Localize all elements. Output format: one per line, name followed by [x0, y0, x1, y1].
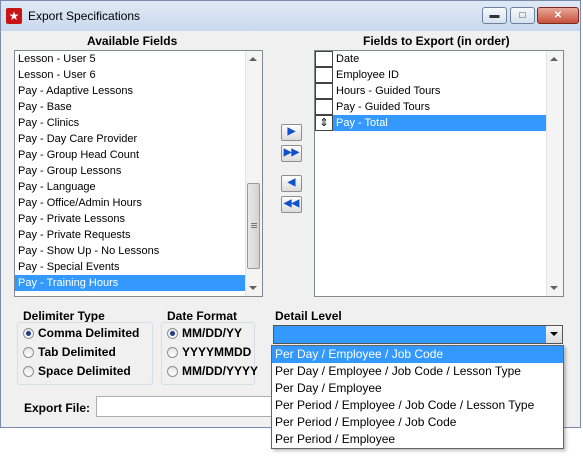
- arrow-down-icon[interactable]: [550, 286, 558, 290]
- window-title: Export Specifications: [28, 9, 141, 23]
- close-button[interactable]: ✕: [537, 7, 579, 24]
- export-field-row[interactable]: Hours - Guided Tours: [315, 83, 563, 99]
- radio-button[interactable]: [23, 328, 34, 339]
- list-item[interactable]: Pay - Adaptive Lessons: [15, 83, 262, 99]
- drag-handle-icon[interactable]: ⇕: [315, 115, 333, 131]
- list-item[interactable]: Pay - Training Hours: [15, 275, 262, 291]
- radio-option[interactable]: MM/DD/YY: [167, 326, 242, 340]
- export-field-row[interactable]: ⇕ Pay - Total: [315, 115, 563, 131]
- radio-label: Tab Delimited: [38, 345, 116, 359]
- scroll-thumb[interactable]: [247, 183, 260, 269]
- dropdown-option[interactable]: Per Period / Employee / Job Code / Lesso…: [272, 397, 563, 414]
- export-field-label: Pay - Total: [336, 117, 388, 129]
- radio-label: YYYYMMDD: [182, 345, 252, 359]
- export-field-row[interactable]: Pay - Guided Tours: [315, 99, 563, 115]
- reorder-handle[interactable]: [315, 51, 333, 67]
- list-item[interactable]: Pay - Private Requests: [15, 227, 262, 243]
- detail-level-value: [274, 328, 277, 340]
- arrow-down-icon[interactable]: [249, 286, 257, 290]
- fields-to-export-list[interactable]: Date Employee ID Hours - Guided Tours Pay -…: [314, 50, 564, 297]
- reorder-handle[interactable]: [315, 83, 333, 99]
- detail-level-label: Detail Level: [275, 309, 342, 323]
- list-item[interactable]: Pay - Day Care Provider: [15, 131, 262, 147]
- export-field-label: Employee ID: [336, 69, 399, 81]
- radio-option[interactable]: YYYYMMDD: [167, 345, 251, 359]
- radio-option[interactable]: MM/DD/YYYY: [167, 364, 258, 378]
- radio-label: Space Delimited: [38, 364, 131, 378]
- radio-button[interactable]: [167, 366, 178, 377]
- reorder-handle[interactable]: [315, 99, 333, 115]
- chevron-down-icon[interactable]: [545, 326, 562, 343]
- available-fields-scrollbar[interactable]: [245, 51, 262, 296]
- radio-button[interactable]: [167, 328, 178, 339]
- remove-all-fields-button[interactable]: ◀◀: [281, 196, 302, 213]
- list-item[interactable]: Pay - Special Events: [15, 259, 262, 275]
- radio-option[interactable]: Tab Delimited: [23, 345, 116, 359]
- radio-button[interactable]: [167, 347, 178, 358]
- dropdown-option[interactable]: Per Period / Employee / Job Code: [272, 414, 563, 431]
- title-bar[interactable]: ★ Export Specifications ▬ □ ✕: [1, 1, 580, 31]
- radio-option[interactable]: Comma Delimited: [23, 326, 139, 340]
- export-field-row[interactable]: Date: [315, 51, 563, 67]
- dropdown-option[interactable]: Per Day / Employee / Job Code: [272, 346, 563, 363]
- export-file-label: Export File:: [24, 401, 91, 415]
- list-item[interactable]: Pay - Office/Admin Hours: [15, 195, 262, 211]
- radio-label: MM/DD/YYYY: [182, 364, 259, 378]
- arrow-up-icon[interactable]: [550, 57, 558, 61]
- export-field-label: Date: [336, 53, 360, 65]
- delimiter-type-label: Delimiter Type: [23, 309, 105, 323]
- list-item[interactable]: Pay - Show Up - No Lessons: [15, 243, 262, 259]
- list-item[interactable]: Pay - Base: [15, 99, 262, 115]
- available-fields-list[interactable]: Lesson - User 5 Lesson - User 6 Pay - Adap…: [14, 50, 263, 297]
- radio-label: Comma Delimited: [38, 326, 140, 340]
- radio-button[interactable]: [23, 366, 34, 377]
- export-app-icon: ★: [6, 8, 22, 24]
- remove-field-button[interactable]: ◀: [281, 175, 302, 192]
- list-item[interactable]: Pay - Group Lessons: [15, 163, 262, 179]
- dropdown-option[interactable]: Per Period / Employee: [272, 431, 563, 448]
- list-item[interactable]: Pay - Clinics: [15, 115, 262, 131]
- date-format-label: Date Format: [167, 309, 238, 323]
- export-field-row[interactable]: Employee ID: [315, 67, 563, 83]
- export-field-label: Pay - Guided Tours: [336, 101, 430, 113]
- list-item[interactable]: Pay - Private Lessons: [15, 211, 262, 227]
- dropdown-option[interactable]: Per Day / Employee / Job Code / Lesson T…: [272, 363, 563, 380]
- add-field-button[interactable]: ▶: [281, 124, 302, 141]
- detail-level-combobox[interactable]: [273, 325, 563, 344]
- radio-label: MM/DD/YY: [182, 326, 242, 340]
- list-item[interactable]: Lesson - User 5: [15, 51, 262, 67]
- available-fields-header: Available Fields: [87, 34, 178, 48]
- reorder-handle[interactable]: [315, 67, 333, 83]
- export-field-label: Hours - Guided Tours: [336, 85, 441, 97]
- dropdown-option[interactable]: Per Day / Employee: [272, 380, 563, 397]
- add-all-fields-button[interactable]: ▶▶: [281, 145, 302, 162]
- fields-to-export-scrollbar[interactable]: [546, 51, 563, 296]
- fields-to-export-header: Fields to Export (in order): [363, 34, 510, 48]
- arrow-up-icon[interactable]: [249, 57, 257, 61]
- detail-level-dropdown[interactable]: Per Day / Employee / Job Code Per Day / E…: [271, 345, 564, 449]
- radio-button[interactable]: [23, 347, 34, 358]
- list-item[interactable]: Pay - Group Head Count: [15, 147, 262, 163]
- list-item[interactable]: Lesson - User 6: [15, 67, 262, 83]
- list-item[interactable]: Pay - Language: [15, 179, 262, 195]
- minimize-button[interactable]: ▬: [482, 7, 507, 24]
- radio-option[interactable]: Space Delimited: [23, 364, 131, 378]
- maximize-button[interactable]: □: [510, 7, 535, 24]
